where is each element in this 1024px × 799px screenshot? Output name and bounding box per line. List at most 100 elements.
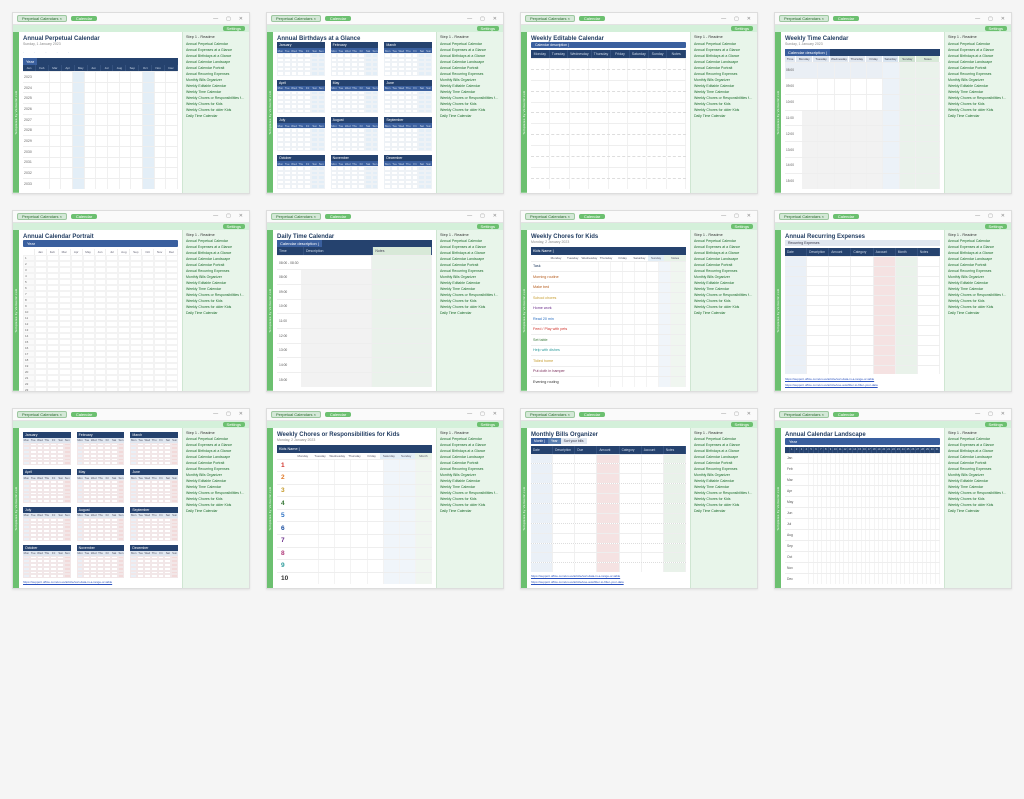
sidebar-link[interactable]: Annual Calendar Landscape: [948, 257, 1008, 262]
max-icon[interactable]: ▢: [732, 16, 741, 22]
sidebar-link[interactable]: Annual Birthdays at a Glance: [694, 449, 754, 454]
sidebar-link[interactable]: Weekly Time Calendar: [186, 287, 246, 292]
sidebar-link[interactable]: Annual Expenses at a Glance: [186, 48, 246, 53]
sidebar-link[interactable]: Annual Expenses at a Glance: [440, 443, 500, 448]
sidebar-link[interactable]: Annual Recurring Expenses: [694, 269, 754, 274]
sidebar-link[interactable]: Weekly Chores for Kids: [694, 299, 754, 304]
sidebar-link[interactable]: Weekly Editable Calendar: [186, 479, 246, 484]
max-icon[interactable]: ▢: [224, 213, 233, 219]
sort-button[interactable]: Sort your bills: [561, 438, 587, 444]
sidebar-link[interactable]: Annual Perpetual Calendar: [948, 239, 1008, 244]
sidebar-link[interactable]: Daily Time Calendar: [694, 509, 754, 514]
sidebar-link[interactable]: Daily Time Calendar: [948, 114, 1008, 119]
sidebar-link[interactable]: Daily Time Calendar: [948, 311, 1008, 316]
close-icon[interactable]: ✕: [237, 213, 245, 219]
min-icon[interactable]: —: [465, 411, 474, 417]
year-button[interactable]: Year: [23, 58, 37, 65]
sidebar-link[interactable]: Weekly Editable Calendar: [186, 84, 246, 89]
sidebar-link[interactable]: Annual Expenses at a Glance: [948, 443, 1008, 448]
description-button[interactable]: Calendar description |: [277, 240, 322, 247]
close-icon[interactable]: ✕: [237, 16, 245, 22]
help-link[interactable]: https://support.office.com/en-us/article…: [531, 574, 686, 578]
sidebar-link[interactable]: Weekly Editable Calendar: [694, 479, 754, 484]
sidebar-link[interactable]: Annual Calendar Portrait: [186, 461, 246, 466]
max-icon[interactable]: ▢: [986, 16, 995, 22]
sidebar-link[interactable]: Weekly Time Calendar: [186, 485, 246, 490]
min-icon[interactable]: —: [211, 213, 220, 219]
sidebar-link[interactable]: Weekly Editable Calendar: [948, 281, 1008, 286]
sidebar-link[interactable]: Weekly Editable Calendar: [440, 84, 500, 89]
help-link[interactable]: https://support.office.com/en-us/article…: [531, 580, 686, 584]
sidebar-link[interactable]: Weekly Chores for Kids: [694, 102, 754, 107]
description-button[interactable]: Calendar description |: [785, 49, 830, 56]
sidebar-link[interactable]: Weekly Chores for older Kids: [948, 108, 1008, 113]
sidebar-link[interactable]: Weekly Chores for older Kids: [694, 305, 754, 310]
sidebar-link[interactable]: Weekly Chores for older Kids: [948, 305, 1008, 310]
year-button[interactable]: Year: [23, 240, 178, 247]
sidebar-link[interactable]: Weekly Editable Calendar: [440, 479, 500, 484]
tab-calendar[interactable]: Calendar: [325, 214, 351, 219]
sidebar-link[interactable]: Weekly Chores for older Kids: [948, 503, 1008, 508]
sidebar-link[interactable]: Annual Recurring Expenses: [440, 269, 500, 274]
sidebar-link[interactable]: Annual Calendar Landscape: [694, 455, 754, 460]
sidebar-link[interactable]: Annual Birthdays at a Glance: [948, 54, 1008, 59]
sidebar-link[interactable]: Annual Calendar Landscape: [440, 60, 500, 65]
tab-calendar[interactable]: Calendar: [579, 214, 605, 219]
sidebar-link[interactable]: Weekly Chores for older Kids: [186, 305, 246, 310]
min-icon[interactable]: —: [211, 411, 220, 417]
sidebar-link[interactable]: Annual Recurring Expenses: [186, 269, 246, 274]
help-link[interactable]: https://support.office.com/en-us/article…: [785, 383, 940, 387]
tab-calendar[interactable]: Calendar: [71, 214, 97, 219]
sidebar-link[interactable]: Weekly Chores for older Kids: [440, 108, 500, 113]
sidebar-link[interactable]: Annual Perpetual Calendar: [440, 437, 500, 442]
sidebar-link[interactable]: Annual Recurring Expenses: [186, 467, 246, 472]
tab-perpetual[interactable]: Perpetual Calendars ×: [525, 411, 575, 418]
sidebar-link[interactable]: Monthly Bills Organizer: [694, 78, 754, 83]
sidebar-link[interactable]: Annual Recurring Expenses: [948, 72, 1008, 77]
sidebar-link[interactable]: Annual Expenses at a Glance: [440, 48, 500, 53]
tab-calendar[interactable]: Calendar: [579, 412, 605, 417]
sidebar-link[interactable]: Daily Time Calendar: [440, 114, 500, 119]
tab-perpetual[interactable]: Perpetual Calendars ×: [779, 213, 829, 220]
sidebar-link[interactable]: Annual Recurring Expenses: [186, 72, 246, 77]
tab-perpetual[interactable]: Perpetual Calendars ×: [17, 15, 67, 22]
sidebar-link[interactable]: Annual Calendar Landscape: [186, 60, 246, 65]
tab-calendar[interactable]: Calendar: [579, 16, 605, 21]
tab-perpetual[interactable]: Perpetual Calendars ×: [525, 15, 575, 22]
sidebar-link[interactable]: Annual Expenses at a Glance: [948, 245, 1008, 250]
sidebar-link[interactable]: Annual Birthdays at a Glance: [440, 449, 500, 454]
tab-perpetual[interactable]: Perpetual Calendars ×: [525, 213, 575, 220]
max-icon[interactable]: ▢: [732, 411, 741, 417]
sidebar-link[interactable]: Weekly Chores or Responsibilities for…: [186, 491, 246, 496]
sidebar-link[interactable]: Weekly Chores for Kids: [440, 102, 500, 107]
sidebar-link[interactable]: Annual Calendar Landscape: [186, 257, 246, 262]
sidebar-link[interactable]: Annual Calendar Portrait: [694, 66, 754, 71]
settings-button[interactable]: Settings: [731, 422, 753, 427]
sidebar-link[interactable]: Annual Recurring Expenses: [948, 467, 1008, 472]
sidebar-link[interactable]: Weekly Chores or Responsibilities for…: [186, 293, 246, 298]
sidebar-link[interactable]: Weekly Chores or Responsibilities for…: [694, 293, 754, 298]
sidebar-link[interactable]: Monthly Bills Organizer: [440, 275, 500, 280]
tab-calendar[interactable]: Calendar: [833, 16, 859, 21]
sidebar-link[interactable]: Weekly Chores for older Kids: [440, 503, 500, 508]
settings-button[interactable]: Settings: [223, 224, 245, 229]
tab-perpetual[interactable]: Perpetual Calendars ×: [17, 213, 67, 220]
sidebar-link[interactable]: Weekly Editable Calendar: [948, 84, 1008, 89]
sidebar-link[interactable]: Weekly Chores for older Kids: [440, 305, 500, 310]
sidebar-link[interactable]: Annual Perpetual Calendar: [694, 42, 754, 47]
min-icon[interactable]: —: [465, 213, 474, 219]
sidebar-link[interactable]: Annual Calendar Portrait: [440, 66, 500, 71]
sidebar-link[interactable]: Weekly Chores for Kids: [694, 497, 754, 502]
sidebar-link[interactable]: Annual Perpetual Calendar: [948, 42, 1008, 47]
max-icon[interactable]: ▢: [478, 213, 487, 219]
sidebar-link[interactable]: Weekly Chores for Kids: [440, 497, 500, 502]
sidebar-link[interactable]: Monthly Bills Organizer: [948, 473, 1008, 478]
sidebar-link[interactable]: Annual Birthdays at a Glance: [440, 54, 500, 59]
description-button[interactable]: Calendar description |: [531, 42, 686, 48]
sidebar-link[interactable]: Monthly Bills Organizer: [948, 275, 1008, 280]
tab-perpetual[interactable]: Perpetual Calendars ×: [271, 15, 321, 22]
tab-perpetual[interactable]: Perpetual Calendars ×: [271, 213, 321, 220]
help-link[interactable]: https://support.office.com/en-us/article…: [23, 580, 178, 584]
sidebar-link[interactable]: Weekly Time Calendar: [186, 90, 246, 95]
sidebar-link[interactable]: Annual Recurring Expenses: [440, 72, 500, 77]
